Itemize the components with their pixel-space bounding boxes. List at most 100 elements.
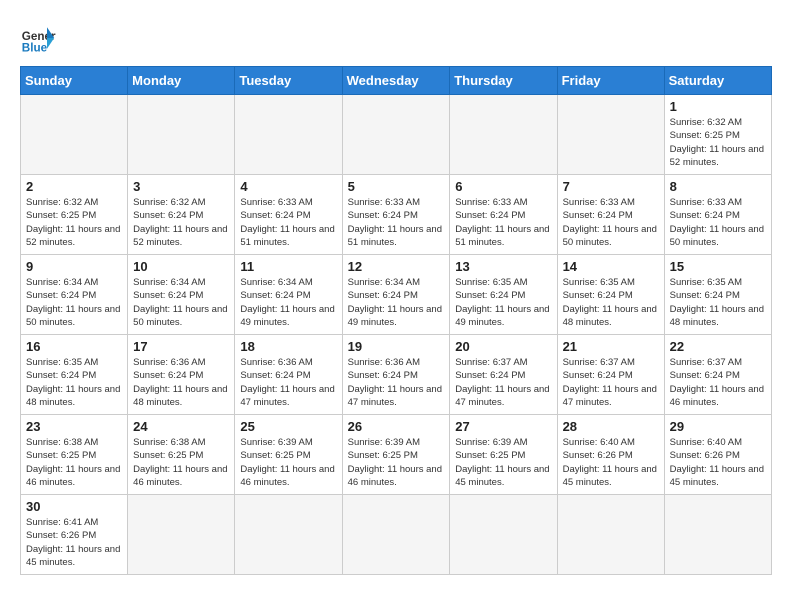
day-info: Sunrise: 6:32 AMSunset: 6:25 PMDaylight:… xyxy=(26,196,122,249)
page-header: General Blue xyxy=(20,20,772,56)
day-number: 21 xyxy=(563,339,659,354)
week-row-6: 30Sunrise: 6:41 AMSunset: 6:26 PMDayligh… xyxy=(21,495,772,575)
day-info: Sunrise: 6:34 AMSunset: 6:24 PMDaylight:… xyxy=(26,276,122,329)
calendar-cell: 12Sunrise: 6:34 AMSunset: 6:24 PMDayligh… xyxy=(342,255,450,335)
day-info: Sunrise: 6:33 AMSunset: 6:24 PMDaylight:… xyxy=(670,196,766,249)
calendar-cell: 10 Sunrise: 6:34 AMSunset: 6:24 PMDayligh… xyxy=(128,255,235,335)
day-info: Sunrise: 6:33 AMSunset: 6:24 PMDaylight:… xyxy=(563,196,659,249)
calendar-cell: 14 Sunrise: 6:35 AMSunset: 6:24 PMDayligh… xyxy=(557,255,664,335)
day-number: 18 xyxy=(240,339,336,354)
calendar-cell: 28Sunrise: 6:40 AMSunset: 6:26 PMDayligh… xyxy=(557,415,664,495)
day-number: 13 xyxy=(455,259,551,274)
day-info: Sunrise: 6:32 AMSunset: 6:25 PMDaylight:… xyxy=(670,116,766,169)
calendar-cell: 13 Sunrise: 6:35 AMSunset: 6:24 PMDayligh… xyxy=(450,255,557,335)
svg-text:Blue: Blue xyxy=(22,42,48,55)
day-info: Sunrise: 6:34 AMSunset: 6:24 PMDaylight:… xyxy=(133,276,229,329)
day-info: Sunrise: 6:37 AMSunset: 6:24 PMDaylight:… xyxy=(455,356,551,409)
day-header-wednesday: Wednesday xyxy=(342,67,450,95)
calendar-cell: 4 Sunrise: 6:33 AMSunset: 6:24 PMDaylight… xyxy=(235,175,342,255)
day-number: 20 xyxy=(455,339,551,354)
calendar-cell: 2 Sunrise: 6:32 AMSunset: 6:25 PMDaylight… xyxy=(21,175,128,255)
day-number: 12 xyxy=(348,259,445,274)
calendar-cell xyxy=(450,95,557,175)
calendar-cell: 22 Sunrise: 6:37 AMSunset: 6:24 PMDayligh… xyxy=(664,335,771,415)
calendar-cell: 16 Sunrise: 6:35 AMSunset: 6:24 PMDayligh… xyxy=(21,335,128,415)
day-info: Sunrise: 6:35 AMSunset: 6:24 PMDaylight:… xyxy=(563,276,659,329)
calendar-cell xyxy=(21,95,128,175)
calendar-cell: 1 Sunrise: 6:32 AMSunset: 6:25 PMDaylight… xyxy=(664,95,771,175)
day-number: 24 xyxy=(133,419,229,434)
calendar-cell: 15 Sunrise: 6:35 AMSunset: 6:24 PMDayligh… xyxy=(664,255,771,335)
day-number: 2 xyxy=(26,179,122,194)
day-number: 6 xyxy=(455,179,551,194)
day-number: 15 xyxy=(670,259,766,274)
week-row-1: 1 Sunrise: 6:32 AMSunset: 6:25 PMDaylight… xyxy=(21,95,772,175)
day-info: Sunrise: 6:37 AMSunset: 6:24 PMDaylight:… xyxy=(563,356,659,409)
calendar-cell: 23 Sunrise: 6:38 AMSunset: 6:25 PMDayligh… xyxy=(21,415,128,495)
logo: General Blue xyxy=(20,20,56,56)
day-number: 14 xyxy=(563,259,659,274)
calendar-cell xyxy=(557,495,664,575)
day-number: 8 xyxy=(670,179,766,194)
day-number: 19 xyxy=(348,339,445,354)
calendar-cell: 27Sunrise: 6:39 AMSunset: 6:25 PMDayligh… xyxy=(450,415,557,495)
day-number: 10 xyxy=(133,259,229,274)
calendar-cell xyxy=(128,95,235,175)
day-info: Sunrise: 6:35 AMSunset: 6:24 PMDaylight:… xyxy=(455,276,551,329)
day-info: Sunrise: 6:39 AMSunset: 6:25 PMDaylight:… xyxy=(348,436,445,489)
calendar-cell: 8 Sunrise: 6:33 AMSunset: 6:24 PMDaylight… xyxy=(664,175,771,255)
day-info: Sunrise: 6:33 AMSunset: 6:24 PMDaylight:… xyxy=(240,196,336,249)
day-info: Sunrise: 6:36 AMSunset: 6:24 PMDaylight:… xyxy=(133,356,229,409)
calendar-cell: 19 Sunrise: 6:36 AMSunset: 6:24 PMDayligh… xyxy=(342,335,450,415)
day-number: 23 xyxy=(26,419,122,434)
day-number: 9 xyxy=(26,259,122,274)
day-number: 1 xyxy=(670,99,766,114)
calendar-cell: 25Sunrise: 6:39 AMSunset: 6:25 PMDayligh… xyxy=(235,415,342,495)
calendar-cell: 9 Sunrise: 6:34 AMSunset: 6:24 PMDaylight… xyxy=(21,255,128,335)
calendar-cell: 20 Sunrise: 6:37 AMSunset: 6:24 PMDayligh… xyxy=(450,335,557,415)
day-number: 28 xyxy=(563,419,659,434)
day-info: Sunrise: 6:39 AMSunset: 6:25 PMDaylight:… xyxy=(240,436,336,489)
calendar-cell: 30Sunrise: 6:41 AMSunset: 6:26 PMDayligh… xyxy=(21,495,128,575)
calendar-cell: 24 Sunrise: 6:38 AMSunset: 6:25 PMDayligh… xyxy=(128,415,235,495)
day-number: 22 xyxy=(670,339,766,354)
day-header-sunday: Sunday xyxy=(21,67,128,95)
calendar-table: SundayMondayTuesdayWednesdayThursdayFrid… xyxy=(20,66,772,575)
day-number: 16 xyxy=(26,339,122,354)
calendar-cell: 3Sunrise: 6:32 AMSunset: 6:24 PMDaylight… xyxy=(128,175,235,255)
calendar-cell xyxy=(450,495,557,575)
week-row-5: 23 Sunrise: 6:38 AMSunset: 6:25 PMDayligh… xyxy=(21,415,772,495)
day-info: Sunrise: 6:40 AMSunset: 6:26 PMDaylight:… xyxy=(670,436,766,489)
calendar-cell: 6 Sunrise: 6:33 AMSunset: 6:24 PMDaylight… xyxy=(450,175,557,255)
week-row-2: 2 Sunrise: 6:32 AMSunset: 6:25 PMDaylight… xyxy=(21,175,772,255)
day-number: 5 xyxy=(348,179,445,194)
day-number: 4 xyxy=(240,179,336,194)
week-row-4: 16 Sunrise: 6:35 AMSunset: 6:24 PMDayligh… xyxy=(21,335,772,415)
day-header-tuesday: Tuesday xyxy=(235,67,342,95)
calendar-cell xyxy=(342,495,450,575)
calendar-cell xyxy=(664,495,771,575)
day-info: Sunrise: 6:34 AMSunset: 6:24 PMDaylight:… xyxy=(240,276,336,329)
week-row-3: 9 Sunrise: 6:34 AMSunset: 6:24 PMDaylight… xyxy=(21,255,772,335)
day-info: Sunrise: 6:35 AMSunset: 6:24 PMDaylight:… xyxy=(26,356,122,409)
calendar-cell xyxy=(557,95,664,175)
calendar-cell: 26 Sunrise: 6:39 AMSunset: 6:25 PMDayligh… xyxy=(342,415,450,495)
day-info: Sunrise: 6:36 AMSunset: 6:24 PMDaylight:… xyxy=(348,356,445,409)
day-number: 26 xyxy=(348,419,445,434)
day-info: Sunrise: 6:37 AMSunset: 6:24 PMDaylight:… xyxy=(670,356,766,409)
day-number: 7 xyxy=(563,179,659,194)
day-header-monday: Monday xyxy=(128,67,235,95)
calendar-header-row: SundayMondayTuesdayWednesdayThursdayFrid… xyxy=(21,67,772,95)
day-info: Sunrise: 6:38 AMSunset: 6:25 PMDaylight:… xyxy=(133,436,229,489)
day-info: Sunrise: 6:36 AMSunset: 6:24 PMDaylight:… xyxy=(240,356,336,409)
day-info: Sunrise: 6:38 AMSunset: 6:25 PMDaylight:… xyxy=(26,436,122,489)
day-info: Sunrise: 6:33 AMSunset: 6:24 PMDaylight:… xyxy=(455,196,551,249)
calendar-cell: 21 Sunrise: 6:37 AMSunset: 6:24 PMDayligh… xyxy=(557,335,664,415)
day-header-thursday: Thursday xyxy=(450,67,557,95)
day-number: 29 xyxy=(670,419,766,434)
day-info: Sunrise: 6:35 AMSunset: 6:24 PMDaylight:… xyxy=(670,276,766,329)
calendar-cell: 29 Sunrise: 6:40 AMSunset: 6:26 PMDayligh… xyxy=(664,415,771,495)
day-header-friday: Friday xyxy=(557,67,664,95)
calendar-cell: 5Sunrise: 6:33 AMSunset: 6:24 PMDaylight… xyxy=(342,175,450,255)
day-info: Sunrise: 6:32 AMSunset: 6:24 PMDaylight:… xyxy=(133,196,229,249)
